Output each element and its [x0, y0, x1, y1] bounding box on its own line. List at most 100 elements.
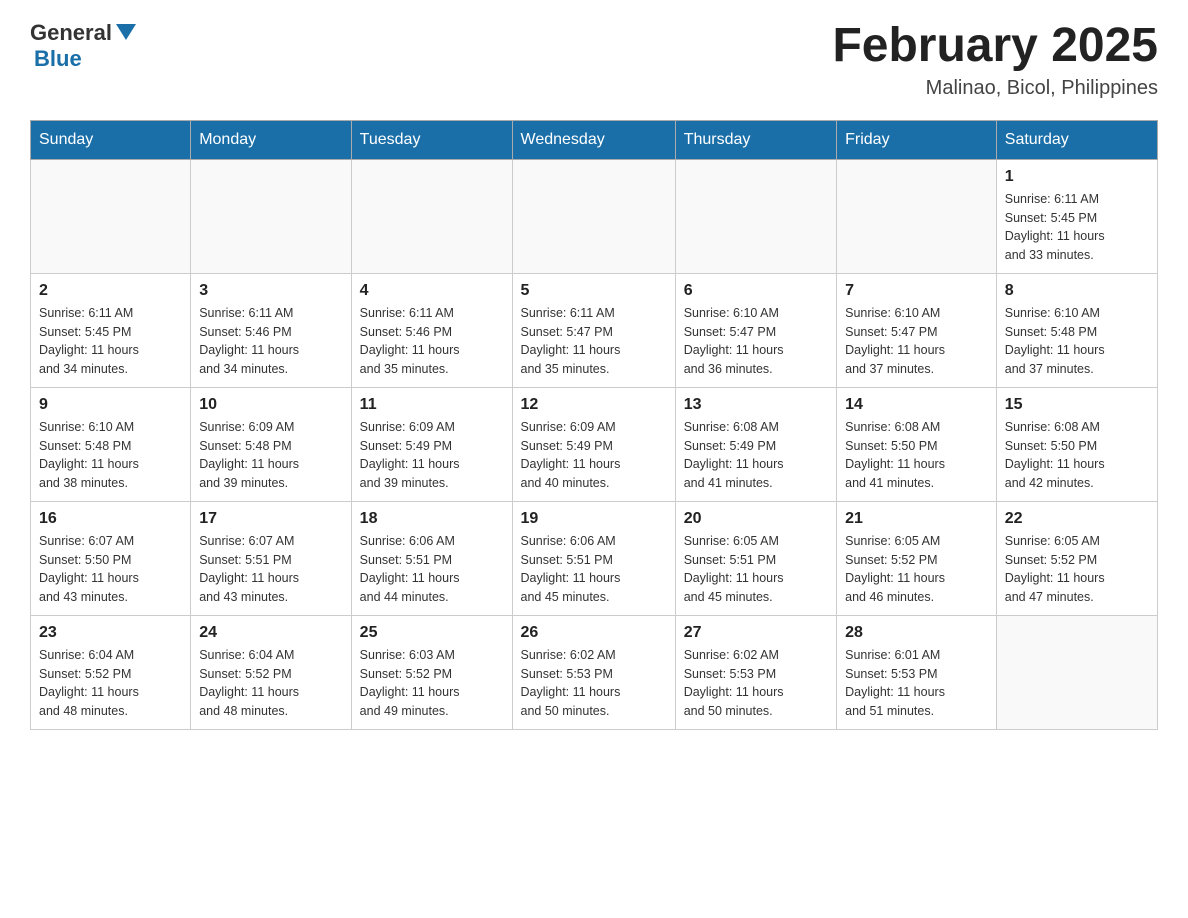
- day-number: 24: [199, 624, 342, 642]
- calendar-day-cell: 6 Sunrise: 6:10 AMSunset: 5:47 PMDaylight…: [675, 273, 836, 387]
- calendar-day-cell: 17Sunrise: 6:07 AMSunset: 5:51 PMDayligh…: [191, 501, 351, 615]
- day-number: 26: [521, 624, 667, 642]
- calendar-day-cell: 5 Sunrise: 6:11 AMSunset: 5:47 PMDaylight…: [512, 273, 675, 387]
- calendar-day-cell: 15 Sunrise: 6:08 AMSunset: 5:50 PMDayligh…: [996, 387, 1157, 501]
- day-number: 15: [1005, 396, 1149, 414]
- calendar-day-cell: 20 Sunrise: 6:05 AMSunset: 5:51 PMDayligh…: [675, 501, 836, 615]
- day-info: Sunrise: 6:08 AMSunset: 5:50 PMDaylight:…: [845, 418, 988, 493]
- day-number: 16: [39, 510, 182, 528]
- day-number: 28: [845, 624, 988, 642]
- calendar-day-cell: 2Sunrise: 6:11 AMSunset: 5:45 PMDaylight…: [31, 273, 191, 387]
- day-info: Sunrise: 6:10 AMSunset: 5:48 PMDaylight:…: [39, 418, 182, 493]
- calendar-day-cell: 23 Sunrise: 6:04 AMSunset: 5:52 PMDayligh…: [31, 615, 191, 729]
- calendar-week-row: 2Sunrise: 6:11 AMSunset: 5:45 PMDaylight…: [31, 273, 1158, 387]
- calendar-day-cell: [837, 159, 997, 273]
- day-number: 10: [199, 396, 342, 414]
- day-info: Sunrise: 6:11 AMSunset: 5:45 PMDaylight:…: [39, 304, 182, 379]
- calendar-week-row: 1Sunrise: 6:11 AMSunset: 5:45 PMDaylight…: [31, 159, 1158, 273]
- day-info: Sunrise: 6:07 AMSunset: 5:51 PMDaylight:…: [199, 532, 342, 607]
- day-info: Sunrise: 6:06 AMSunset: 5:51 PMDaylight:…: [521, 532, 667, 607]
- day-of-week-header: Monday: [191, 120, 351, 159]
- day-number: 18: [360, 510, 504, 528]
- calendar-table: SundayMondayTuesdayWednesdayThursdayFrid…: [30, 120, 1158, 730]
- calendar-day-cell: [31, 159, 191, 273]
- day-info: Sunrise: 6:10 AMSunset: 5:47 PMDaylight:…: [684, 304, 828, 379]
- day-info: Sunrise: 6:09 AMSunset: 5:49 PMDaylight:…: [360, 418, 504, 493]
- day-info: Sunrise: 6:04 AMSunset: 5:52 PMDaylight:…: [39, 646, 182, 721]
- day-number: 1: [1005, 168, 1149, 186]
- day-info: Sunrise: 6:11 AMSunset: 5:46 PMDaylight:…: [199, 304, 342, 379]
- logo-triangle-icon: [116, 24, 136, 40]
- calendar-day-cell: 24Sunrise: 6:04 AMSunset: 5:52 PMDayligh…: [191, 615, 351, 729]
- day-info: Sunrise: 6:06 AMSunset: 5:51 PMDaylight:…: [360, 532, 504, 607]
- day-info: Sunrise: 6:10 AMSunset: 5:48 PMDaylight:…: [1005, 304, 1149, 379]
- day-number: 21: [845, 510, 988, 528]
- calendar-day-cell: 8 Sunrise: 6:10 AMSunset: 5:48 PMDaylight…: [996, 273, 1157, 387]
- calendar-day-cell: 7 Sunrise: 6:10 AMSunset: 5:47 PMDaylight…: [837, 273, 997, 387]
- day-number: 27: [684, 624, 828, 642]
- day-number: 20: [684, 510, 828, 528]
- calendar-week-row: 9Sunrise: 6:10 AMSunset: 5:48 PMDaylight…: [31, 387, 1158, 501]
- calendar-week-row: 23 Sunrise: 6:04 AMSunset: 5:52 PMDayligh…: [31, 615, 1158, 729]
- calendar-day-cell: 12 Sunrise: 6:09 AMSunset: 5:49 PMDayligh…: [512, 387, 675, 501]
- day-info: Sunrise: 6:08 AMSunset: 5:49 PMDaylight:…: [684, 418, 828, 493]
- day-number: 8: [1005, 282, 1149, 300]
- day-number: 7: [845, 282, 988, 300]
- calendar-day-cell: 10 Sunrise: 6:09 AMSunset: 5:48 PMDayligh…: [191, 387, 351, 501]
- day-info: Sunrise: 6:05 AMSunset: 5:52 PMDaylight:…: [845, 532, 988, 607]
- day-info: Sunrise: 6:02 AMSunset: 5:53 PMDaylight:…: [521, 646, 667, 721]
- calendar-day-cell: 3 Sunrise: 6:11 AMSunset: 5:46 PMDaylight…: [191, 273, 351, 387]
- calendar-day-cell: 27 Sunrise: 6:02 AMSunset: 5:53 PMDayligh…: [675, 615, 836, 729]
- day-info: Sunrise: 6:08 AMSunset: 5:50 PMDaylight:…: [1005, 418, 1149, 493]
- calendar-day-cell: [675, 159, 836, 273]
- day-info: Sunrise: 6:10 AMSunset: 5:47 PMDaylight:…: [845, 304, 988, 379]
- title-area: February 2025 Malinao, Bicol, Philippine…: [832, 20, 1158, 100]
- calendar-day-cell: 14 Sunrise: 6:08 AMSunset: 5:50 PMDayligh…: [837, 387, 997, 501]
- calendar-day-cell: 25 Sunrise: 6:03 AMSunset: 5:52 PMDayligh…: [351, 615, 512, 729]
- day-info: Sunrise: 6:09 AMSunset: 5:49 PMDaylight:…: [521, 418, 667, 493]
- calendar-day-cell: 16 Sunrise: 6:07 AMSunset: 5:50 PMDayligh…: [31, 501, 191, 615]
- calendar-day-cell: 19 Sunrise: 6:06 AMSunset: 5:51 PMDayligh…: [512, 501, 675, 615]
- calendar-day-cell: [351, 159, 512, 273]
- day-info: Sunrise: 6:11 AMSunset: 5:46 PMDaylight:…: [360, 304, 504, 379]
- calendar-day-cell: 9Sunrise: 6:10 AMSunset: 5:48 PMDaylight…: [31, 387, 191, 501]
- calendar-header-row: SundayMondayTuesdayWednesdayThursdayFrid…: [31, 120, 1158, 159]
- day-number: 19: [521, 510, 667, 528]
- calendar-day-cell: 28 Sunrise: 6:01 AMSunset: 5:53 PMDayligh…: [837, 615, 997, 729]
- calendar-day-cell: 1Sunrise: 6:11 AMSunset: 5:45 PMDaylight…: [996, 159, 1157, 273]
- calendar-day-cell: 22 Sunrise: 6:05 AMSunset: 5:52 PMDayligh…: [996, 501, 1157, 615]
- day-number: 4: [360, 282, 504, 300]
- day-number: 14: [845, 396, 988, 414]
- calendar-week-row: 16 Sunrise: 6:07 AMSunset: 5:50 PMDayligh…: [31, 501, 1158, 615]
- calendar-day-cell: 4 Sunrise: 6:11 AMSunset: 5:46 PMDaylight…: [351, 273, 512, 387]
- logo-blue-text: Blue: [34, 46, 82, 72]
- day-info: Sunrise: 6:05 AMSunset: 5:51 PMDaylight:…: [684, 532, 828, 607]
- calendar-subtitle: Malinao, Bicol, Philippines: [832, 77, 1158, 100]
- day-number: 25: [360, 624, 504, 642]
- day-number: 6: [684, 282, 828, 300]
- calendar-day-cell: 21 Sunrise: 6:05 AMSunset: 5:52 PMDayligh…: [837, 501, 997, 615]
- day-info: Sunrise: 6:05 AMSunset: 5:52 PMDaylight:…: [1005, 532, 1149, 607]
- day-number: 12: [521, 396, 667, 414]
- day-info: Sunrise: 6:07 AMSunset: 5:50 PMDaylight:…: [39, 532, 182, 607]
- day-info: Sunrise: 6:02 AMSunset: 5:53 PMDaylight:…: [684, 646, 828, 721]
- day-info: Sunrise: 6:11 AMSunset: 5:47 PMDaylight:…: [521, 304, 667, 379]
- day-number: 13: [684, 396, 828, 414]
- calendar-day-cell: 18 Sunrise: 6:06 AMSunset: 5:51 PMDayligh…: [351, 501, 512, 615]
- calendar-day-cell: 11Sunrise: 6:09 AMSunset: 5:49 PMDayligh…: [351, 387, 512, 501]
- calendar-title: February 2025: [832, 20, 1158, 73]
- day-number: 3: [199, 282, 342, 300]
- day-number: 22: [1005, 510, 1149, 528]
- day-number: 5: [521, 282, 667, 300]
- day-info: Sunrise: 6:01 AMSunset: 5:53 PMDaylight:…: [845, 646, 988, 721]
- day-of-week-header: Friday: [837, 120, 997, 159]
- calendar-day-cell: 26 Sunrise: 6:02 AMSunset: 5:53 PMDayligh…: [512, 615, 675, 729]
- day-of-week-header: Sunday: [31, 120, 191, 159]
- logo: General Blue: [30, 20, 136, 72]
- day-info: Sunrise: 6:09 AMSunset: 5:48 PMDaylight:…: [199, 418, 342, 493]
- calendar-day-cell: [512, 159, 675, 273]
- day-number: 23: [39, 624, 182, 642]
- day-of-week-header: Tuesday: [351, 120, 512, 159]
- day-of-week-header: Thursday: [675, 120, 836, 159]
- day-info: Sunrise: 6:03 AMSunset: 5:52 PMDaylight:…: [360, 646, 504, 721]
